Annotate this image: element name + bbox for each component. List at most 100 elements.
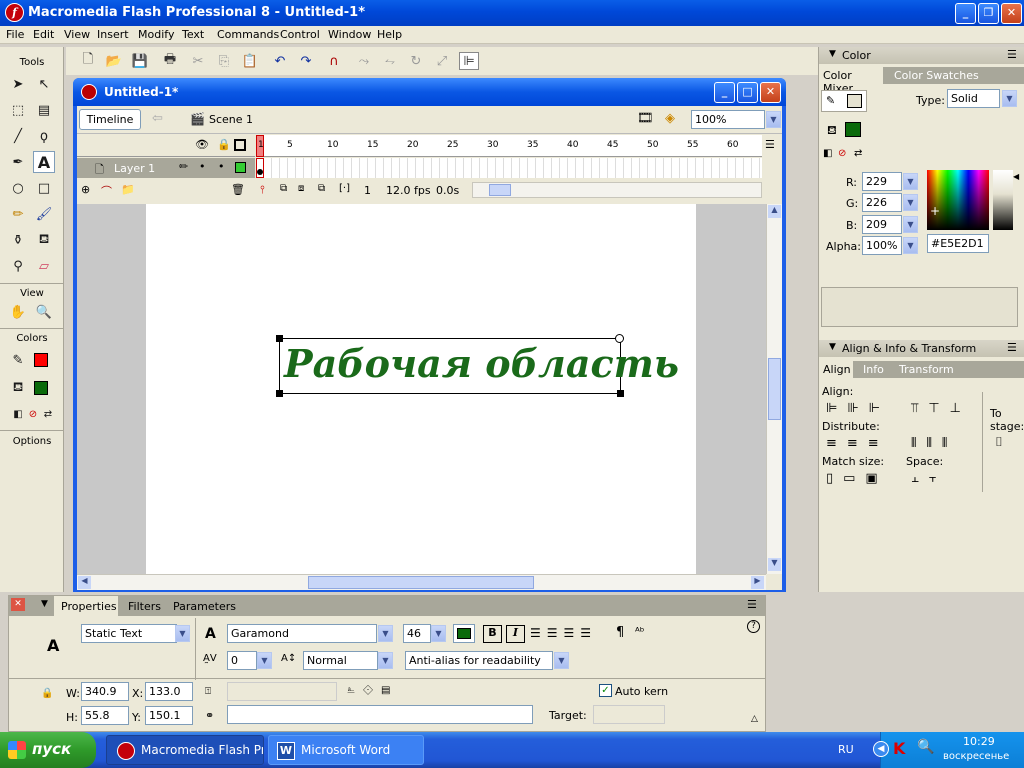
cut-icon[interactable]: ✂ xyxy=(188,52,208,70)
scroll-up-icon[interactable]: ▲ xyxy=(768,205,781,218)
help-icon[interactable]: ? xyxy=(747,620,760,633)
scale-icon[interactable]: ⤢ xyxy=(432,52,452,70)
back-arrow-icon[interactable]: ⇦ xyxy=(152,111,163,126)
anti-alias-dropdown-icon[interactable]: ▼ xyxy=(554,652,569,669)
green-input[interactable]: 226 xyxy=(862,193,902,212)
collapse-arrow-icon[interactable]: ▼ xyxy=(41,599,48,609)
align-panel-header[interactable]: ▼ Align & Info & Transform ☰ xyxy=(819,340,1024,357)
tab-align[interactable]: Align xyxy=(819,361,853,378)
text-color-button[interactable] xyxy=(453,624,475,643)
new-icon[interactable]: 🗋 xyxy=(78,52,98,70)
align-vertical-icon[interactable]: ⫪⊤⊥ xyxy=(911,401,971,416)
redo-icon[interactable]: ↷ xyxy=(296,52,316,70)
copy-icon[interactable]: ⎘ xyxy=(214,52,234,70)
text-field-bounds[interactable]: Рабочая область xyxy=(276,334,679,397)
timeline-hscroll[interactable] xyxy=(472,182,762,198)
vscroll-thumb[interactable] xyxy=(768,358,781,420)
menu-edit[interactable]: Edit xyxy=(33,28,54,41)
hand-tool-icon[interactable]: ✋ xyxy=(7,301,29,323)
keyframe[interactable] xyxy=(257,169,263,175)
tab-parameters[interactable]: Parameters xyxy=(173,600,236,613)
url-input[interactable] xyxy=(227,705,533,724)
red-input[interactable]: 229 xyxy=(862,172,902,191)
clock-time[interactable]: 10:29 xyxy=(963,735,995,748)
onion-outline-icon[interactable]: ⧈ xyxy=(298,183,304,194)
insert-folder-icon[interactable]: 📁 xyxy=(121,183,135,196)
panel-menu-icon[interactable]: ☰ xyxy=(1007,341,1017,354)
layer-lock-dot[interactable]: • xyxy=(218,160,225,173)
letter-spacing-dropdown-icon[interactable]: ▼ xyxy=(257,652,272,669)
smooth-icon[interactable]: ⤳ xyxy=(354,52,374,70)
doc-minimize-button[interactable]: _ xyxy=(714,82,735,103)
menu-control[interactable]: Control xyxy=(280,28,320,41)
fill-color-swatch[interactable] xyxy=(34,381,48,395)
free-transform-tool-icon[interactable]: ⬚ xyxy=(7,99,29,121)
space-buttons-icon[interactable]: ⫠⫟ xyxy=(911,471,947,486)
eyedropper-tool-icon[interactable]: ⚲ xyxy=(7,255,29,277)
tab-info[interactable]: Info xyxy=(863,363,884,376)
font-size-dropdown-icon[interactable]: ▼ xyxy=(431,625,446,642)
eye-icon[interactable]: 👁 xyxy=(195,138,209,151)
green-slider-icon[interactable]: ▼ xyxy=(903,194,918,211)
scroll-right-icon[interactable]: ▶ xyxy=(751,576,764,589)
tab-transform[interactable]: Transform xyxy=(899,363,954,376)
menu-modify[interactable]: Modify xyxy=(138,28,174,41)
outline-icon[interactable] xyxy=(234,139,246,151)
fill-color-chip[interactable] xyxy=(845,122,861,137)
alpha-input[interactable]: 100% xyxy=(862,236,902,255)
menu-insert[interactable]: Insert xyxy=(97,28,129,41)
text-tool-icon[interactable]: A xyxy=(33,151,55,173)
start-button[interactable]: пуск xyxy=(0,732,96,768)
align-icon[interactable]: ⊫ xyxy=(459,52,479,70)
char-position-select[interactable]: Normal xyxy=(303,651,378,670)
onion-markers-icon[interactable]: [·] xyxy=(339,183,350,194)
insert-layer-icon[interactable]: ⊕ xyxy=(81,183,90,196)
tab-properties[interactable]: Properties xyxy=(54,596,118,616)
paste-icon[interactable]: 📋 xyxy=(240,52,260,70)
oval-tool-icon[interactable]: ○ xyxy=(7,177,29,199)
restore-button[interactable]: ❐ xyxy=(978,3,999,24)
default-colors-icon[interactable]: ◧ xyxy=(823,148,832,159)
tab-filters[interactable]: Filters xyxy=(128,600,161,613)
edit-multiple-icon[interactable]: ⧉ xyxy=(318,183,325,194)
timeline-menu-icon[interactable]: ☰ xyxy=(765,138,775,151)
text-direction-icon[interactable]: ᴬᵇ xyxy=(635,625,644,638)
minimize-button[interactable]: _ xyxy=(955,3,976,24)
rectangle-tool-icon[interactable]: □ xyxy=(33,177,55,199)
to-stage-icon[interactable]: ⌷ xyxy=(995,435,1003,450)
tab-color-mixer[interactable]: Color Mixer xyxy=(819,67,883,95)
task-word[interactable]: W Microsoft Word xyxy=(268,735,424,765)
doc-close-button[interactable]: ✕ xyxy=(760,82,781,103)
text-type-select[interactable]: Static Text xyxy=(81,624,177,643)
line-tool-icon[interactable]: ╱ xyxy=(7,125,29,147)
font-size-input[interactable]: 46 xyxy=(403,624,431,643)
text-type-dropdown-icon[interactable]: ▼ xyxy=(175,625,190,642)
open-icon[interactable]: 📂 xyxy=(104,52,124,70)
alpha-slider-icon[interactable]: ▼ xyxy=(903,237,918,254)
timeline-button[interactable]: Timeline xyxy=(79,109,141,130)
rotate-icon[interactable]: ↻ xyxy=(406,52,426,70)
auto-kern-checkbox[interactable]: ✓ xyxy=(599,684,612,697)
color-spectrum[interactable]: + xyxy=(927,170,989,230)
menu-help[interactable]: Help xyxy=(377,28,402,41)
save-icon[interactable]: 💾 xyxy=(130,52,150,70)
layer-visible-dot[interactable]: • xyxy=(199,160,206,173)
height-input[interactable]: 55.8 xyxy=(81,706,129,725)
layer-outline-color[interactable] xyxy=(235,162,246,173)
brush-tool-icon[interactable]: 🖌 xyxy=(33,203,55,225)
italic-button[interactable]: I xyxy=(506,625,525,643)
frame-row[interactable] xyxy=(256,158,762,178)
menu-text[interactable]: Text xyxy=(182,28,204,41)
doc-maximize-button[interactable]: □ xyxy=(737,82,758,103)
paint-bucket-tool-icon[interactable]: ⛾ xyxy=(33,229,55,251)
menu-view[interactable]: View xyxy=(64,28,90,41)
center-frame-icon[interactable]: ⫯ xyxy=(260,183,265,197)
brightness-marker-icon[interactable]: ◀ xyxy=(1013,172,1019,181)
letter-spacing-input[interactable]: 0 xyxy=(227,651,257,670)
resize-handle[interactable] xyxy=(617,390,624,397)
delete-layer-icon[interactable]: 🗑 xyxy=(231,183,245,196)
zoom-select[interactable]: 100% xyxy=(691,110,765,129)
resize-handle[interactable] xyxy=(276,335,283,342)
undo-icon[interactable]: ↶ xyxy=(270,52,290,70)
edit-scene-icon[interactable]: 🎞 xyxy=(637,111,654,126)
